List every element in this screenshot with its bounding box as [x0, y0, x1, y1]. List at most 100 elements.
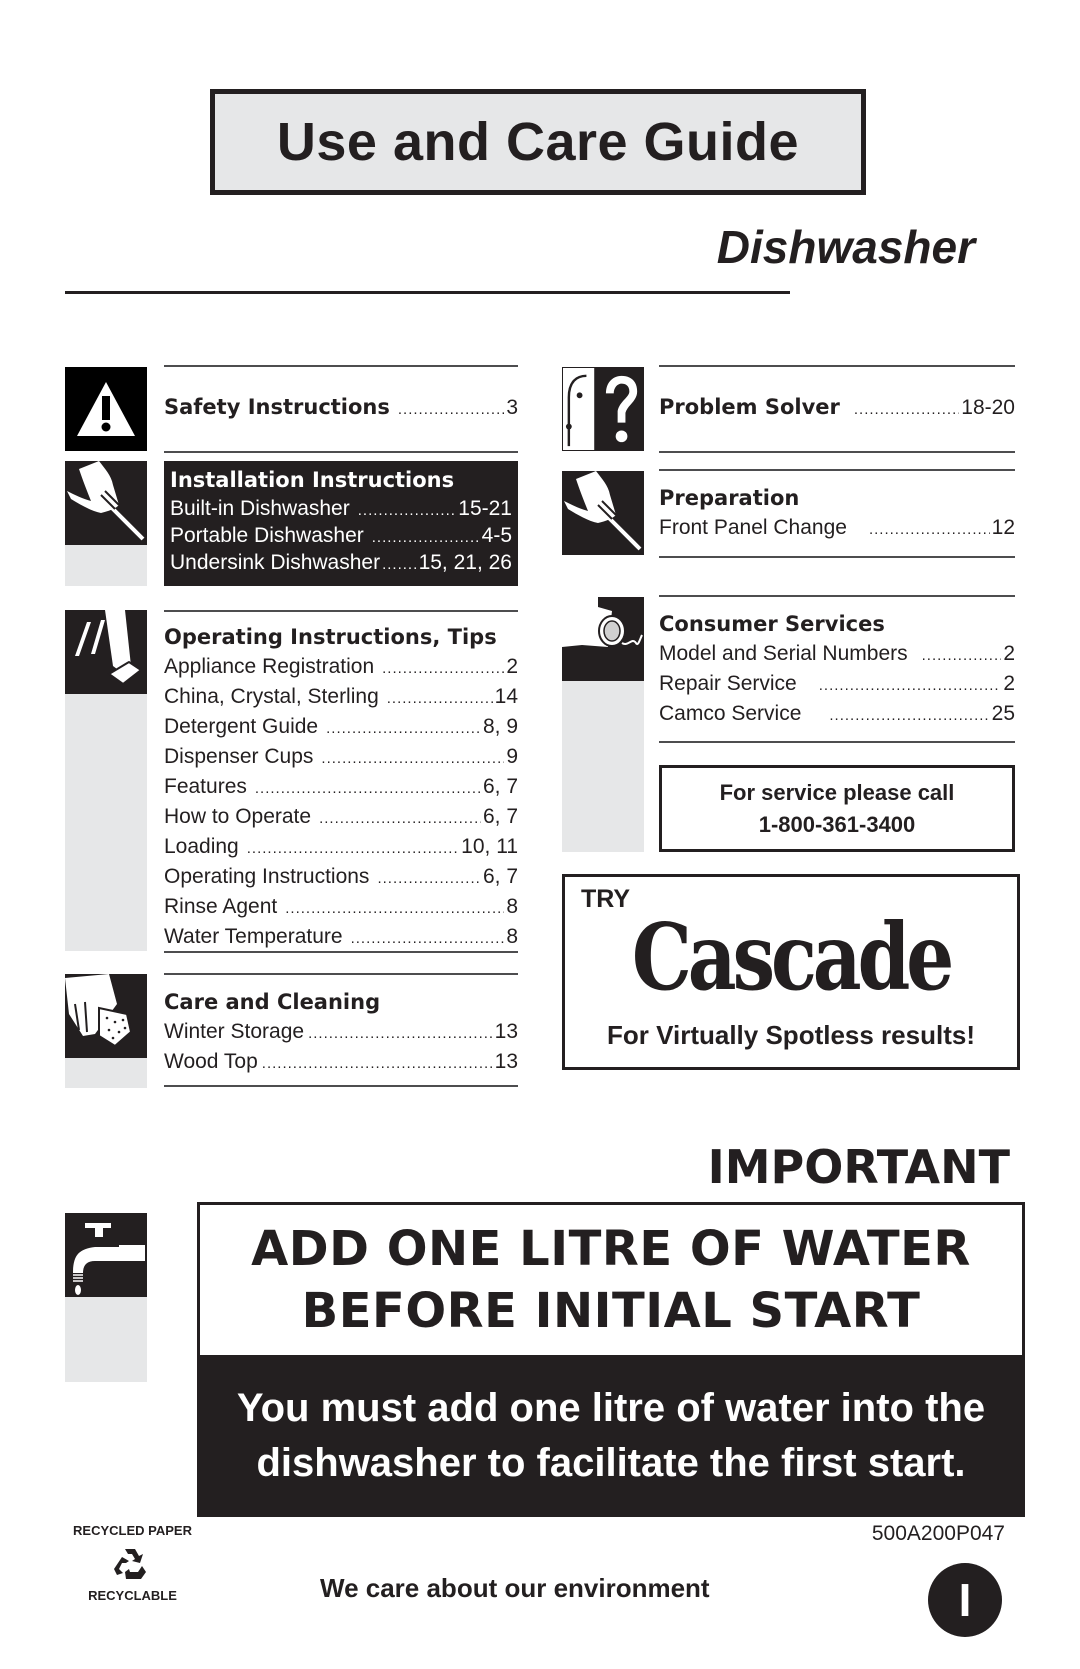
leader-dots — [922, 639, 1002, 671]
leader-dots — [308, 1017, 493, 1049]
toc-entry[interactable]: Problem Solver 18-20 — [659, 392, 1015, 422]
problem-tile — [562, 367, 644, 451]
subtitle: Dishwasher — [716, 221, 975, 273]
page-number: 2 — [1003, 672, 1015, 695]
entry-label: Operating Instructions — [164, 865, 370, 888]
toc-section-installation: Installation Instructions Built-in Dishw… — [164, 461, 518, 586]
toc-section-operating: Operating Instructions, Tips Appliance R… — [164, 610, 518, 953]
entry-label: Detergent Guide — [164, 715, 319, 738]
section-divider — [659, 451, 1015, 453]
toc-entry[interactable]: Water Temperature 8 — [164, 922, 518, 952]
toc-entry[interactable]: Rinse Agent 8 — [164, 892, 518, 922]
toc-entry[interactable]: Undersink Dishwasher 15, 21, 26 — [170, 549, 512, 576]
entry-label: How to Operate — [164, 805, 312, 828]
entry-label: Repair Service — [659, 672, 797, 695]
service-label: For service please call — [719, 779, 955, 805]
title-box: Use and Care Guide — [210, 89, 866, 195]
toc-entry[interactable]: Camco Service 25 — [659, 699, 1015, 729]
section-title: Operating Instructions, Tips — [164, 625, 497, 649]
entry-label: Dispenser Cups — [164, 745, 314, 768]
leader-dots — [247, 832, 459, 864]
page-number: 8 — [506, 895, 518, 918]
toc-entry[interactable]: Detergent Guide 8, 9 — [164, 712, 518, 742]
page-number: 6, 7 — [482, 805, 518, 828]
toc-entry[interactable]: Model and Serial Numbers 2 — [659, 639, 1015, 669]
leader-dots — [319, 802, 481, 834]
toc-entry[interactable]: Repair Service 2 — [659, 669, 1015, 699]
entry-label: Rinse Agent — [164, 895, 278, 918]
hand-sponge-icon — [65, 974, 147, 1058]
toc-section-safety: Safety Instructions 3 — [164, 365, 518, 453]
preparation-tile — [562, 471, 644, 555]
recycle-icon — [112, 1545, 150, 1583]
entry-label: Appliance Registration — [164, 655, 375, 678]
recycled-paper-label: RECYCLED PAPER — [73, 1523, 192, 1538]
section-divider — [164, 951, 518, 953]
face-question-mark-icon — [562, 367, 644, 451]
toc-entry[interactable]: How to Operate 6, 7 — [164, 802, 518, 832]
recyclable-label: RECYCLABLE — [88, 1588, 177, 1603]
important-heading: IMPORTANT — [707, 1140, 1010, 1194]
leader-dots — [358, 495, 457, 524]
toc-entry[interactable]: China, Crystal, Sterling 14 — [164, 682, 518, 712]
finger-pressing-button-icon — [65, 610, 147, 694]
toc-entry[interactable]: Portable Dishwasher 4-5 — [170, 522, 512, 549]
notice-body-line-2: dishwasher to facilitate the first start… — [256, 1441, 966, 1485]
toc-entry[interactable]: Appliance Registration 2 — [164, 652, 518, 682]
water-faucet-icon — [65, 1213, 147, 1297]
toc-entry[interactable]: Safety Instructions 3 — [164, 392, 518, 422]
leader-dots — [351, 922, 505, 954]
leader-dots — [382, 549, 416, 578]
toc-entry[interactable]: Dispenser Cups 9 — [164, 742, 518, 772]
page-number: 3 — [506, 396, 518, 419]
leader-dots — [869, 513, 990, 545]
entry-label: Model and Serial Numbers — [659, 642, 908, 665]
notice-body: You must add one litre of water into the… — [197, 1355, 1025, 1517]
entry-label: Undersink Dishwasher — [170, 551, 381, 574]
tile-grey-strip — [562, 681, 644, 852]
page-number: 14 — [494, 685, 518, 708]
section-title: Problem Solver — [659, 395, 840, 419]
toc-entry[interactable]: Operating Instructions 6, 7 — [164, 862, 518, 892]
entry-label: Winter Storage — [164, 1020, 305, 1043]
section-title: Safety Instructions — [164, 395, 390, 419]
entry-label: Camco Service — [659, 702, 802, 725]
section-divider — [659, 469, 1015, 471]
page-number: 4-5 — [481, 524, 512, 547]
tile-grey-strip — [65, 545, 147, 586]
page-number: 8, 9 — [482, 715, 518, 738]
toc-entry[interactable]: Wood Top 13 — [164, 1047, 518, 1077]
toc-entry[interactable]: Winter Storage 13 — [164, 1017, 518, 1047]
safety-tile — [65, 367, 147, 451]
hand-screwdriver-icon — [562, 471, 644, 555]
entry-label: Front Panel Change — [659, 516, 847, 539]
page-number: 18-20 — [961, 396, 1015, 419]
care-tile — [65, 974, 147, 1088]
leader-dots — [829, 699, 989, 731]
document-code: 500A200P047 — [871, 1522, 1005, 1545]
entry-label: Features — [164, 775, 247, 798]
page-number: 2 — [1003, 642, 1015, 665]
leader-dots — [326, 712, 481, 744]
leader-dots — [377, 862, 481, 894]
title-divider — [65, 291, 790, 294]
promo-tagline: For Virtually Spotless results! — [607, 1020, 975, 1050]
page-number: 13 — [494, 1020, 518, 1043]
toc-entry[interactable]: Built-in Dishwasher 15-21 — [170, 495, 512, 522]
toc-entry[interactable]: Features 6, 7 — [164, 772, 518, 802]
section-divider — [164, 610, 518, 612]
hand-screwdriver-icon — [65, 461, 147, 545]
section-divider — [659, 365, 1015, 367]
service-phone[interactable]: 1-800-361-3400 — [759, 809, 916, 841]
telephone-handset-icon — [562, 597, 644, 681]
section-title: Care and Cleaning — [164, 990, 381, 1014]
entry-label: Built-in Dishwasher — [170, 497, 350, 520]
leader-dots — [819, 669, 1002, 701]
toc-entry[interactable]: Loading 10, 11 — [164, 832, 518, 862]
operating-tile — [65, 610, 147, 951]
entry-label: Wood Top — [164, 1050, 258, 1073]
leader-dots — [262, 1047, 493, 1079]
installation-tile — [65, 461, 147, 586]
leader-dots — [255, 772, 481, 804]
toc-entry[interactable]: Front Panel Change 12 — [659, 513, 1015, 543]
